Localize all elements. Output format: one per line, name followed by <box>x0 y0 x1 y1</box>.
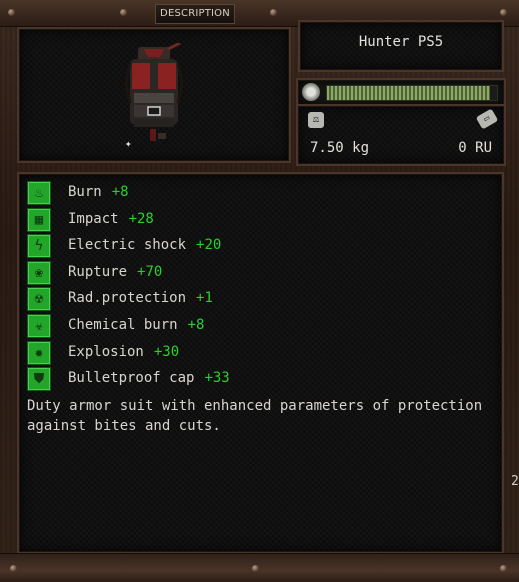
condition-bar-fill <box>327 86 491 100</box>
resistance-value: +33 <box>204 370 230 387</box>
explosion-icon: ✹ <box>27 340 51 365</box>
properties-panel: ♨ Burn +8 ▦ Impact +28 ϟ Electric shock +20… <box>17 172 504 554</box>
description-tab[interactable]: DESCRIPTION <box>155 4 235 24</box>
item-name: Hunter PS5 <box>358 34 444 50</box>
window-bottom-bar <box>0 553 519 582</box>
rivet-icon <box>270 9 277 16</box>
resistance-label: Explosion <box>68 343 144 360</box>
resistance-value: +70 <box>137 263 163 280</box>
item-description: Duty armor suit with enhanced parameters… <box>27 398 483 434</box>
resistance-label: Rupture <box>68 263 128 280</box>
rivet-icon <box>500 565 507 572</box>
item-image-panel: ✦ <box>17 27 291 163</box>
armor-suit-image: ✦ <box>124 41 184 150</box>
resistance-value: +8 <box>187 316 205 333</box>
resistance-value: +28 <box>128 210 154 227</box>
item-weight: 7.50 kg <box>310 140 370 156</box>
item-name-panel: Hunter PS5 <box>298 20 504 72</box>
resistance-label: Bulletproof cap <box>68 370 195 387</box>
resistance-value: +1 <box>196 290 213 307</box>
rivet-icon <box>252 565 259 572</box>
rivet-icon <box>500 9 507 16</box>
rivet-icon <box>8 9 15 16</box>
rivet-icon <box>120 9 127 16</box>
resistance-value: +8 <box>111 184 129 200</box>
burn-icon: ♨ <box>27 181 51 205</box>
resistance-label: Electric shock <box>68 237 187 254</box>
biohazard-icon: ☣ <box>27 313 51 338</box>
money-icon: ▭ <box>475 108 499 130</box>
condition-icon <box>302 83 320 101</box>
edge-text: 2 <box>511 474 519 489</box>
resistance-label: Chemical burn <box>68 316 178 333</box>
bulletproof-vest-icon: ⛊ <box>27 367 51 392</box>
weight-price-panel: ⚖ ▭ 7.50 kg 0 RU <box>296 104 506 166</box>
condition-bar <box>326 85 498 101</box>
weight-icon: ⚖ <box>308 112 324 128</box>
radiation-icon: ☢ <box>27 287 51 312</box>
resistance-label: Burn <box>68 184 102 200</box>
resistance-value: +20 <box>196 237 222 254</box>
impact-icon: ▦ <box>27 207 51 232</box>
resistance-label: Impact <box>68 210 119 227</box>
rupture-icon: ❀ <box>27 260 51 285</box>
item-price: 0 RU <box>458 140 492 156</box>
resistance-label: Rad.protection <box>68 290 187 307</box>
resistance-value: +30 <box>153 343 180 360</box>
electric-shock-icon: ϟ <box>27 234 51 259</box>
rivet-icon <box>10 565 17 572</box>
description-window: DESCRIPTION ✦ Hunter PS5 ⚖ ▭ 7.50 kg 0 R… <box>0 0 519 582</box>
wrench-icon: ✦ <box>125 137 132 150</box>
armor-vest-icon <box>124 41 184 141</box>
